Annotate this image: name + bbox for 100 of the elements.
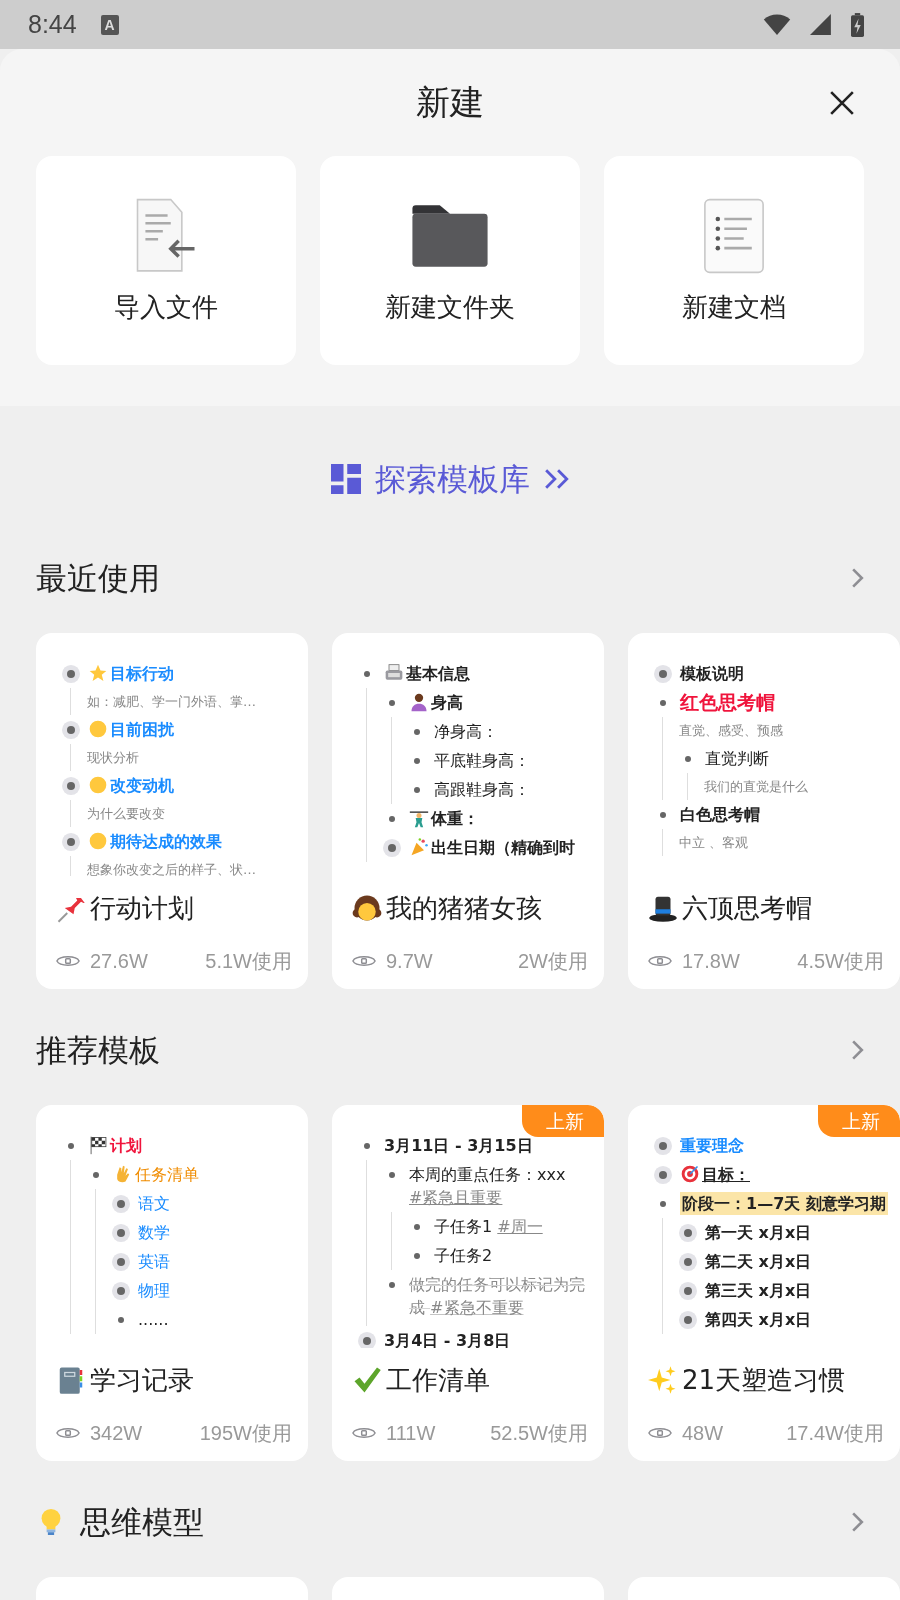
action-card[interactable]: 新建文件夹 — [320, 156, 580, 365]
view-count: 9.7W — [386, 949, 433, 973]
star-icon — [88, 663, 108, 683]
outline-note: 直觉、感受、预感 — [679, 722, 784, 740]
outline-item: 模板说明 — [680, 663, 744, 685]
template-card[interactable]: 目标行动 如：减肥、学一门外语、掌… 目前困扰 现状分析 改变动机 为什么要改变 期待达成的效果 想象你改变之后的样子、状… 行动计划 27.6W 5.1W使用 — [36, 633, 308, 989]
bullet-icon[interactable] — [364, 670, 370, 677]
outline-item: 第四天 x月x日 — [705, 1309, 812, 1331]
outline-item: 本周的重点任务：xxx #紧急且重要 — [409, 1164, 567, 1209]
emoji-icon — [88, 719, 108, 739]
action-card[interactable]: 新建文档 — [604, 156, 864, 365]
view-count: 111W — [386, 1421, 436, 1445]
action-label: 导入文件 — [114, 291, 218, 324]
sheet-title: 新建 — [416, 81, 484, 124]
eye-icon — [352, 1425, 376, 1441]
bullet-icon[interactable] — [364, 1142, 370, 1149]
bullet-icon[interactable] — [93, 1171, 99, 1178]
tag-link[interactable]: #紧急不重要 — [430, 1296, 524, 1319]
eye-icon — [56, 953, 80, 969]
clock-time: 8:44 — [28, 10, 77, 39]
template-card[interactable]: 重要理念 目标： 阶段一：1—7天 刻意学习期 第一天 x月x日 第二天 x月x日 第三天 x月x日 第四天 x月x日 上新 21天塑造习惯 48W 17.4W使用 — [628, 1105, 900, 1461]
printer-icon — [384, 663, 404, 683]
bullet-icon[interactable] — [389, 1281, 395, 1288]
outline-item: ...... — [138, 1309, 169, 1331]
template-card[interactable]: 计划 任务清单 语文 数学 英语 物理 ...... 学习记录 342W 195W使用 — [36, 1105, 308, 1461]
card-title: 21天塑造习惯 — [682, 1364, 846, 1397]
battery-icon — [851, 11, 864, 38]
bullet-icon[interactable] — [389, 815, 395, 822]
template-card[interactable]: 基本信息 身高 净身高： 平底鞋身高： 高跟鞋身高： 体重： 出生日期（精确到时 我的猪猪女孩 9.7W 2W使用 — [332, 633, 604, 989]
section-title: 推荐模板 — [36, 1031, 160, 1070]
outline-item: 计划 — [110, 1135, 142, 1157]
section-title: 思维模型 — [80, 1503, 204, 1542]
bullet-icon[interactable] — [660, 699, 666, 706]
bullet-icon[interactable] — [414, 1223, 420, 1230]
party-popper-icon — [409, 837, 429, 857]
outline-item: 子任务1 #周一 — [434, 1216, 543, 1238]
chevron-right-icon[interactable] — [851, 1039, 864, 1061]
outline-item: 子任务2 — [434, 1245, 493, 1267]
outline-item: 改变动机 — [110, 775, 174, 797]
bullet-icon[interactable] — [414, 786, 420, 793]
tag-link[interactable]: #紧急且重要 — [409, 1188, 503, 1207]
outline-item: 体重： — [431, 808, 479, 830]
bullet-icon[interactable] — [68, 1142, 74, 1149]
outline-item: 白色思考帽 — [680, 804, 760, 826]
outline-note: 我们的直觉是什么 — [704, 778, 809, 796]
use-count: 5.1W使用 — [205, 948, 292, 974]
outline-item: 目前困扰 — [110, 719, 174, 741]
bullet-icon[interactable] — [118, 1316, 124, 1323]
card-title: 工作清单 — [386, 1364, 490, 1397]
chevron-right-icon[interactable] — [851, 1511, 864, 1533]
wifi-icon — [763, 13, 791, 36]
import-file-icon — [134, 198, 198, 274]
outline-note: 现状分析 — [87, 749, 140, 767]
outline-item: 物理 — [138, 1280, 170, 1302]
new-badge: 上新 — [522, 1105, 604, 1137]
action-card[interactable]: 导入文件 — [36, 156, 296, 365]
eye-icon — [648, 953, 672, 969]
view-count: 27.6W — [90, 949, 148, 973]
bullet-icon[interactable] — [389, 699, 395, 706]
outline-item: 3月11日 - 3月15日 — [384, 1135, 533, 1157]
use-count: 195W使用 — [199, 1420, 292, 1446]
bullet-icon[interactable] — [389, 1171, 395, 1178]
bullet-icon[interactable] — [414, 1252, 420, 1259]
emoji-icon — [88, 775, 108, 795]
template-card[interactable]: 模板说明 红色思考帽 直觉、感受、预感 直觉判断 我们的直觉是什么 白色思考帽 中立 、客观 六顶思考帽 17.8W 4.5W使用 — [628, 633, 900, 989]
explore-templates-link[interactable]: 探索模板库 — [330, 461, 570, 497]
bullet-icon[interactable] — [660, 811, 666, 818]
outline-item: 重要理念 — [680, 1135, 744, 1157]
check-icon — [352, 1365, 382, 1395]
person-icon — [409, 692, 429, 712]
outline-note: 如：减肥、学一门外语、掌… — [87, 693, 257, 711]
double-chevron-icon — [543, 468, 570, 490]
outline-item: 目标： — [702, 1164, 750, 1186]
card-title: 我的猪猪女孩 — [386, 892, 542, 925]
folder-icon — [409, 203, 491, 269]
target-icon — [680, 1164, 700, 1184]
view-count: 342W — [90, 1421, 143, 1445]
chevron-right-icon[interactable] — [851, 567, 864, 589]
use-count: 2W使用 — [518, 948, 588, 974]
outline-item: 第二天 x月x日 — [705, 1251, 812, 1273]
bullet-icon[interactable] — [685, 755, 691, 762]
outline-item: 高跟鞋身高： — [434, 779, 530, 801]
view-count: 17.8W — [682, 949, 740, 973]
bullet-icon[interactable] — [414, 728, 420, 735]
bullet-icon[interactable] — [414, 757, 420, 764]
document-list-icon — [703, 198, 765, 274]
sparkles-icon — [648, 1365, 678, 1395]
outline-item: 净身高： — [434, 721, 498, 743]
outline-item: 红色思考帽 — [680, 691, 775, 714]
outline-item: 第三天 x月x日 — [705, 1280, 812, 1302]
bullet-icon[interactable] — [660, 1200, 666, 1207]
eye-icon — [648, 1425, 672, 1441]
outline-item: 期待达成的效果 — [110, 831, 222, 853]
use-count: 52.5W使用 — [490, 1420, 588, 1446]
action-label: 新建文件夹 — [385, 291, 515, 324]
flag-icon — [88, 1135, 108, 1155]
use-count: 4.5W使用 — [797, 948, 884, 974]
outline-note: 中立 、客观 — [679, 834, 750, 852]
outline-item: 身高 — [431, 692, 463, 714]
tag-link[interactable]: #周一 — [497, 1217, 543, 1236]
